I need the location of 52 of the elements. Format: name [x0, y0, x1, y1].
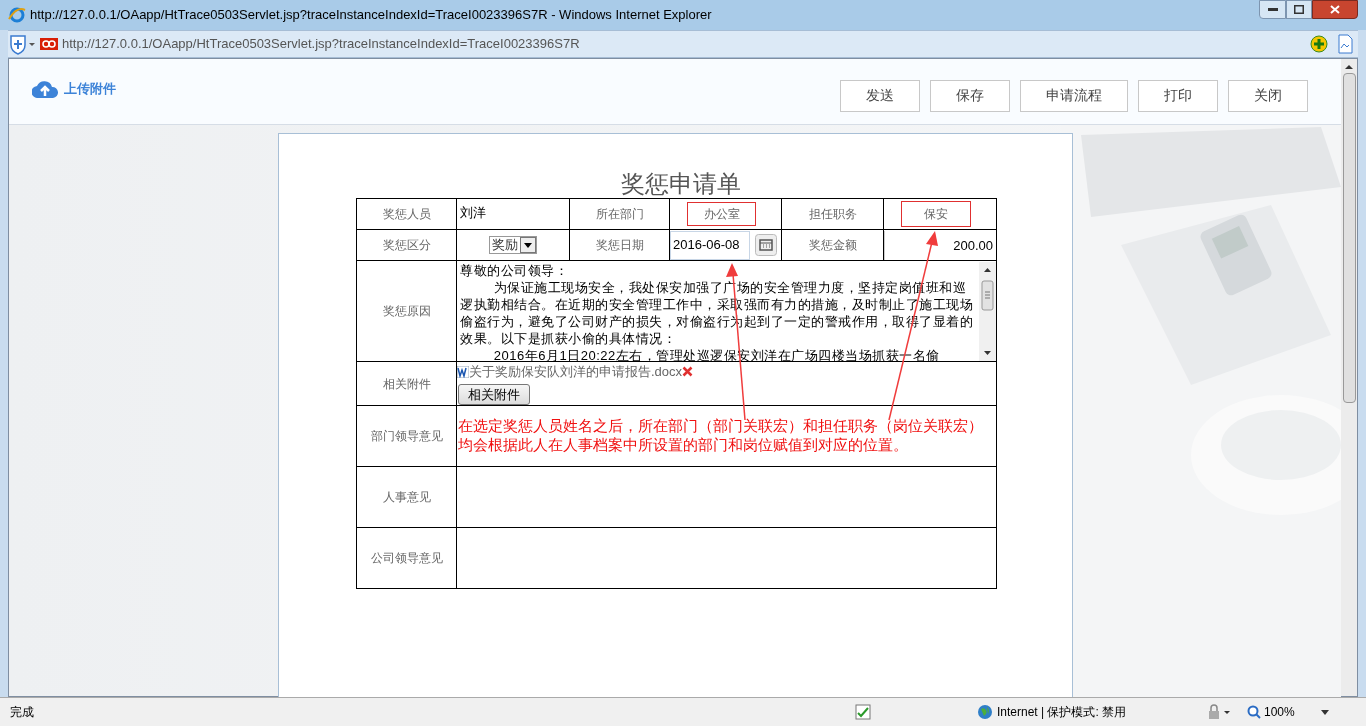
field-label: 公司领导意见	[369, 550, 444, 567]
window-title: http://127.0.0.1/OAapp/HtTrace0503Servlet.jsp?traceInstanceIndexId=TraceI0023396S7R - Windows Internet Explorer	[30, 6, 712, 25]
zoom-icon[interactable]	[1247, 705, 1261, 719]
close-button[interactable]	[1312, 0, 1358, 19]
globe-icon	[977, 704, 993, 720]
toolbar-button[interactable]: 保存	[930, 79, 1010, 112]
maximize-button[interactable]	[1286, 0, 1312, 19]
minimize-icon	[1267, 7, 1278, 12]
field-label: 奖惩日期	[594, 237, 645, 254]
minimize-button[interactable]	[1259, 0, 1286, 19]
scrollbar[interactable]	[979, 261, 996, 361]
field-label: 所在部门	[594, 206, 645, 223]
toolbar-button[interactable]: 发送	[840, 79, 920, 112]
site-icon	[40, 38, 58, 50]
status-text: 完成	[10, 704, 35, 721]
field-value[interactable]: 办公室	[687, 202, 756, 226]
field-label: 奖惩原因	[381, 303, 432, 320]
toolbar-button[interactable]: 申请流程	[1020, 79, 1128, 112]
field-label: 奖惩金额	[807, 237, 858, 254]
field-label: 相关附件	[381, 375, 432, 393]
attachment-link[interactable]: 关于奖励保安队刘洋的申请报告.docx	[469, 362, 683, 382]
annotation-text: 在选定奖惩人员姓名之后，所在部门（部门关联宏）和担任职务（岗位关联宏） 均会根据此人在人事档案中所设置的部门和岗位赋值到对应的位置。	[458, 416, 984, 454]
upload-link[interactable]: 上传附件	[64, 79, 116, 99]
zoom-level[interactable]: 100%	[1264, 703, 1295, 721]
field-label: 部门领导意见	[369, 428, 444, 445]
scrollbar[interactable]	[1341, 59, 1357, 696]
caret-icon[interactable]	[1320, 709, 1329, 715]
attachment-button[interactable]: 相关附件	[458, 383, 530, 405]
field-label: 担任职务	[807, 206, 858, 223]
lock-icon[interactable]	[1207, 704, 1231, 720]
dropdown-caret-icon[interactable]	[520, 237, 536, 253]
calendar-icon[interactable]	[755, 234, 777, 256]
shield-plus-icon[interactable]	[8, 33, 36, 55]
toolbar-button[interactable]: 关闭	[1228, 79, 1308, 112]
cloud-upload-icon[interactable]	[32, 79, 58, 98]
browser-logo-icon	[8, 6, 26, 24]
delete-icon[interactable]	[682, 366, 694, 378]
page-icon[interactable]	[1336, 34, 1354, 54]
word-file-icon	[457, 365, 469, 378]
add-icon[interactable]	[1310, 35, 1328, 53]
field-label: 人事意见	[381, 489, 432, 506]
maximize-icon	[1294, 5, 1304, 14]
security-icon	[855, 704, 871, 720]
toolbar-button[interactable]: 打印	[1138, 79, 1218, 112]
field-label: 奖惩人员	[381, 206, 432, 223]
security-zone-text: Internet | 保护模式: 禁用	[997, 704, 1128, 721]
field-value[interactable]: 保安	[901, 201, 971, 227]
type-select[interactable]: 奖励	[489, 236, 537, 254]
date-field[interactable]: 2016-06-08	[670, 230, 750, 260]
form-title: 奖惩申请单	[619, 170, 742, 198]
close-icon	[1330, 5, 1340, 14]
field-label: 奖惩区分	[381, 237, 432, 254]
